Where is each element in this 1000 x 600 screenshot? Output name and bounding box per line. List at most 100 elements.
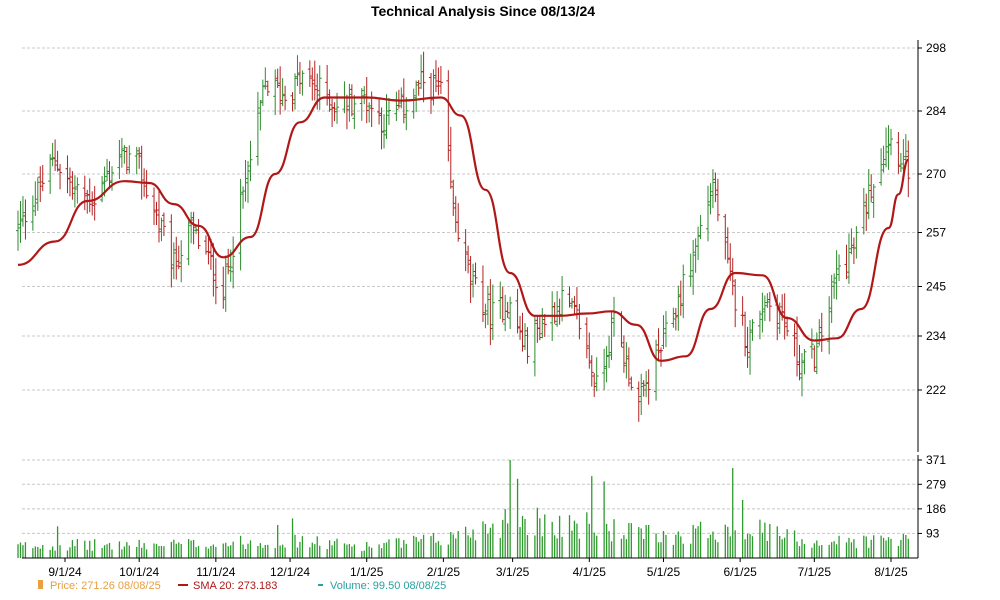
ohlc-bar <box>656 328 661 362</box>
price-tick-label: 270 <box>926 167 946 181</box>
ohlc-bar <box>906 140 911 198</box>
sma-legend-label: SMA 20: 273.183 <box>193 580 277 592</box>
ohlc-bar <box>889 128 893 156</box>
ohlc-bar <box>809 328 814 359</box>
ohlc-bar <box>100 175 105 203</box>
ohlc-bar <box>602 348 607 391</box>
ohlc-bar <box>844 244 849 280</box>
date-tick-label: 1/1/25 <box>350 565 384 579</box>
ohlc-bar <box>105 158 110 182</box>
ohlc-bar <box>485 285 490 325</box>
date-tick-label: 10/1/24 <box>119 565 159 579</box>
volume-tick-label: 371 <box>926 453 946 467</box>
ohlc-bar <box>879 148 884 186</box>
ohlc-bar <box>881 145 886 173</box>
ohlc-bar <box>255 91 260 166</box>
ohlc-bar <box>760 292 765 333</box>
ohlc-bar <box>705 185 710 242</box>
ohlc-bar <box>18 200 23 243</box>
ohlc-bar <box>612 296 617 337</box>
price-ohlc-bars <box>16 51 911 422</box>
ohlc-bar <box>522 323 527 351</box>
ohlc-bar <box>896 131 901 174</box>
ohlc-bar <box>678 280 683 316</box>
ohlc-bar <box>248 140 253 182</box>
price-legend-label: Price: 271.26 08/08/25 <box>50 580 161 592</box>
ohlc-bar <box>295 55 300 87</box>
ohlc-bar <box>577 303 582 340</box>
technical-analysis-chart: Technical Analysis Since 08/13/24 222 234… <box>16 3 946 592</box>
ohlc-bar <box>275 68 280 88</box>
ohlc-bar <box>174 236 179 280</box>
ohlc-bar <box>152 187 157 225</box>
ohlc-bar <box>359 88 364 121</box>
ohlc-bar <box>762 295 767 322</box>
ohlc-bar <box>213 258 218 305</box>
ohlc-bar <box>785 316 790 337</box>
ohlc-bar <box>273 69 278 116</box>
ohlc-bar <box>446 70 451 162</box>
ohlc-bar <box>715 178 720 222</box>
ohlc-bar <box>567 286 572 308</box>
ohlc-bar <box>394 91 399 122</box>
ohlc-bar <box>258 99 263 131</box>
ohlc-bar <box>661 315 666 350</box>
ohlc-bar <box>498 281 503 319</box>
ohlc-bar <box>626 347 631 387</box>
ohlc-bar <box>317 65 322 110</box>
price-tick-label: 245 <box>926 280 946 294</box>
ohlc-bar <box>243 159 248 202</box>
ohlc-bar <box>604 346 609 383</box>
ohlc-bar <box>503 294 508 332</box>
ohlc-bar <box>75 177 80 204</box>
price-tick-label: 222 <box>926 383 946 397</box>
volume-tick-label: 186 <box>926 502 946 516</box>
ohlc-bar <box>35 177 40 211</box>
ohlc-bar <box>70 171 75 200</box>
ohlc-bar <box>382 114 387 149</box>
ohlc-bar <box>886 125 891 170</box>
ohlc-bar <box>696 226 701 260</box>
ohlc-bar <box>500 286 505 323</box>
ohlc-bar <box>471 263 476 298</box>
date-tick-label: 4/1/25 <box>573 565 607 579</box>
ohlc-bar <box>767 291 772 322</box>
ohlc-bar <box>884 127 889 168</box>
ohlc-bar <box>38 166 43 203</box>
ohlc-bar <box>362 86 367 105</box>
ohlc-bar <box>196 218 201 250</box>
ohlc-bar <box>532 315 537 377</box>
ohlc-bar <box>20 196 25 227</box>
ohlc-bar <box>587 332 592 369</box>
ohlc-bar <box>505 301 510 318</box>
ohlc-bar <box>179 240 184 283</box>
ohlc-bar <box>92 185 97 221</box>
ohlc-bar <box>802 349 807 375</box>
ohlc-bar <box>592 373 597 397</box>
ohlc-bar <box>169 214 174 288</box>
ohlc-bar <box>463 229 468 272</box>
ohlc-bar <box>312 60 317 101</box>
ohlc-bar <box>87 178 92 213</box>
ohlc-bar <box>866 169 871 220</box>
ohlc-bar <box>241 186 246 209</box>
ohlc-bar <box>156 191 161 243</box>
ohlc-bar <box>869 174 874 203</box>
ohlc-bar <box>265 80 270 97</box>
ohlc-bar <box>307 60 312 87</box>
ohlc-bar <box>414 80 419 113</box>
ohlc-bar <box>122 144 127 164</box>
price-tick-label: 298 <box>926 41 946 55</box>
ohlc-bar <box>829 274 834 323</box>
ohlc-bar <box>681 264 686 319</box>
date-tick-label: 11/1/24 <box>196 565 235 579</box>
ohlc-bar <box>827 296 832 355</box>
date-tick-label: 2/1/25 <box>427 565 461 579</box>
volume-axis-tick-labels: 93 186 279 371 <box>926 453 946 540</box>
date-tick-label: 6/1/25 <box>723 565 757 579</box>
ohlc-bar <box>624 342 629 379</box>
ohlc-bar <box>367 102 372 123</box>
ohlc-bar <box>832 273 837 299</box>
ohlc-bar <box>557 298 562 325</box>
ohlc-bar <box>438 66 443 95</box>
